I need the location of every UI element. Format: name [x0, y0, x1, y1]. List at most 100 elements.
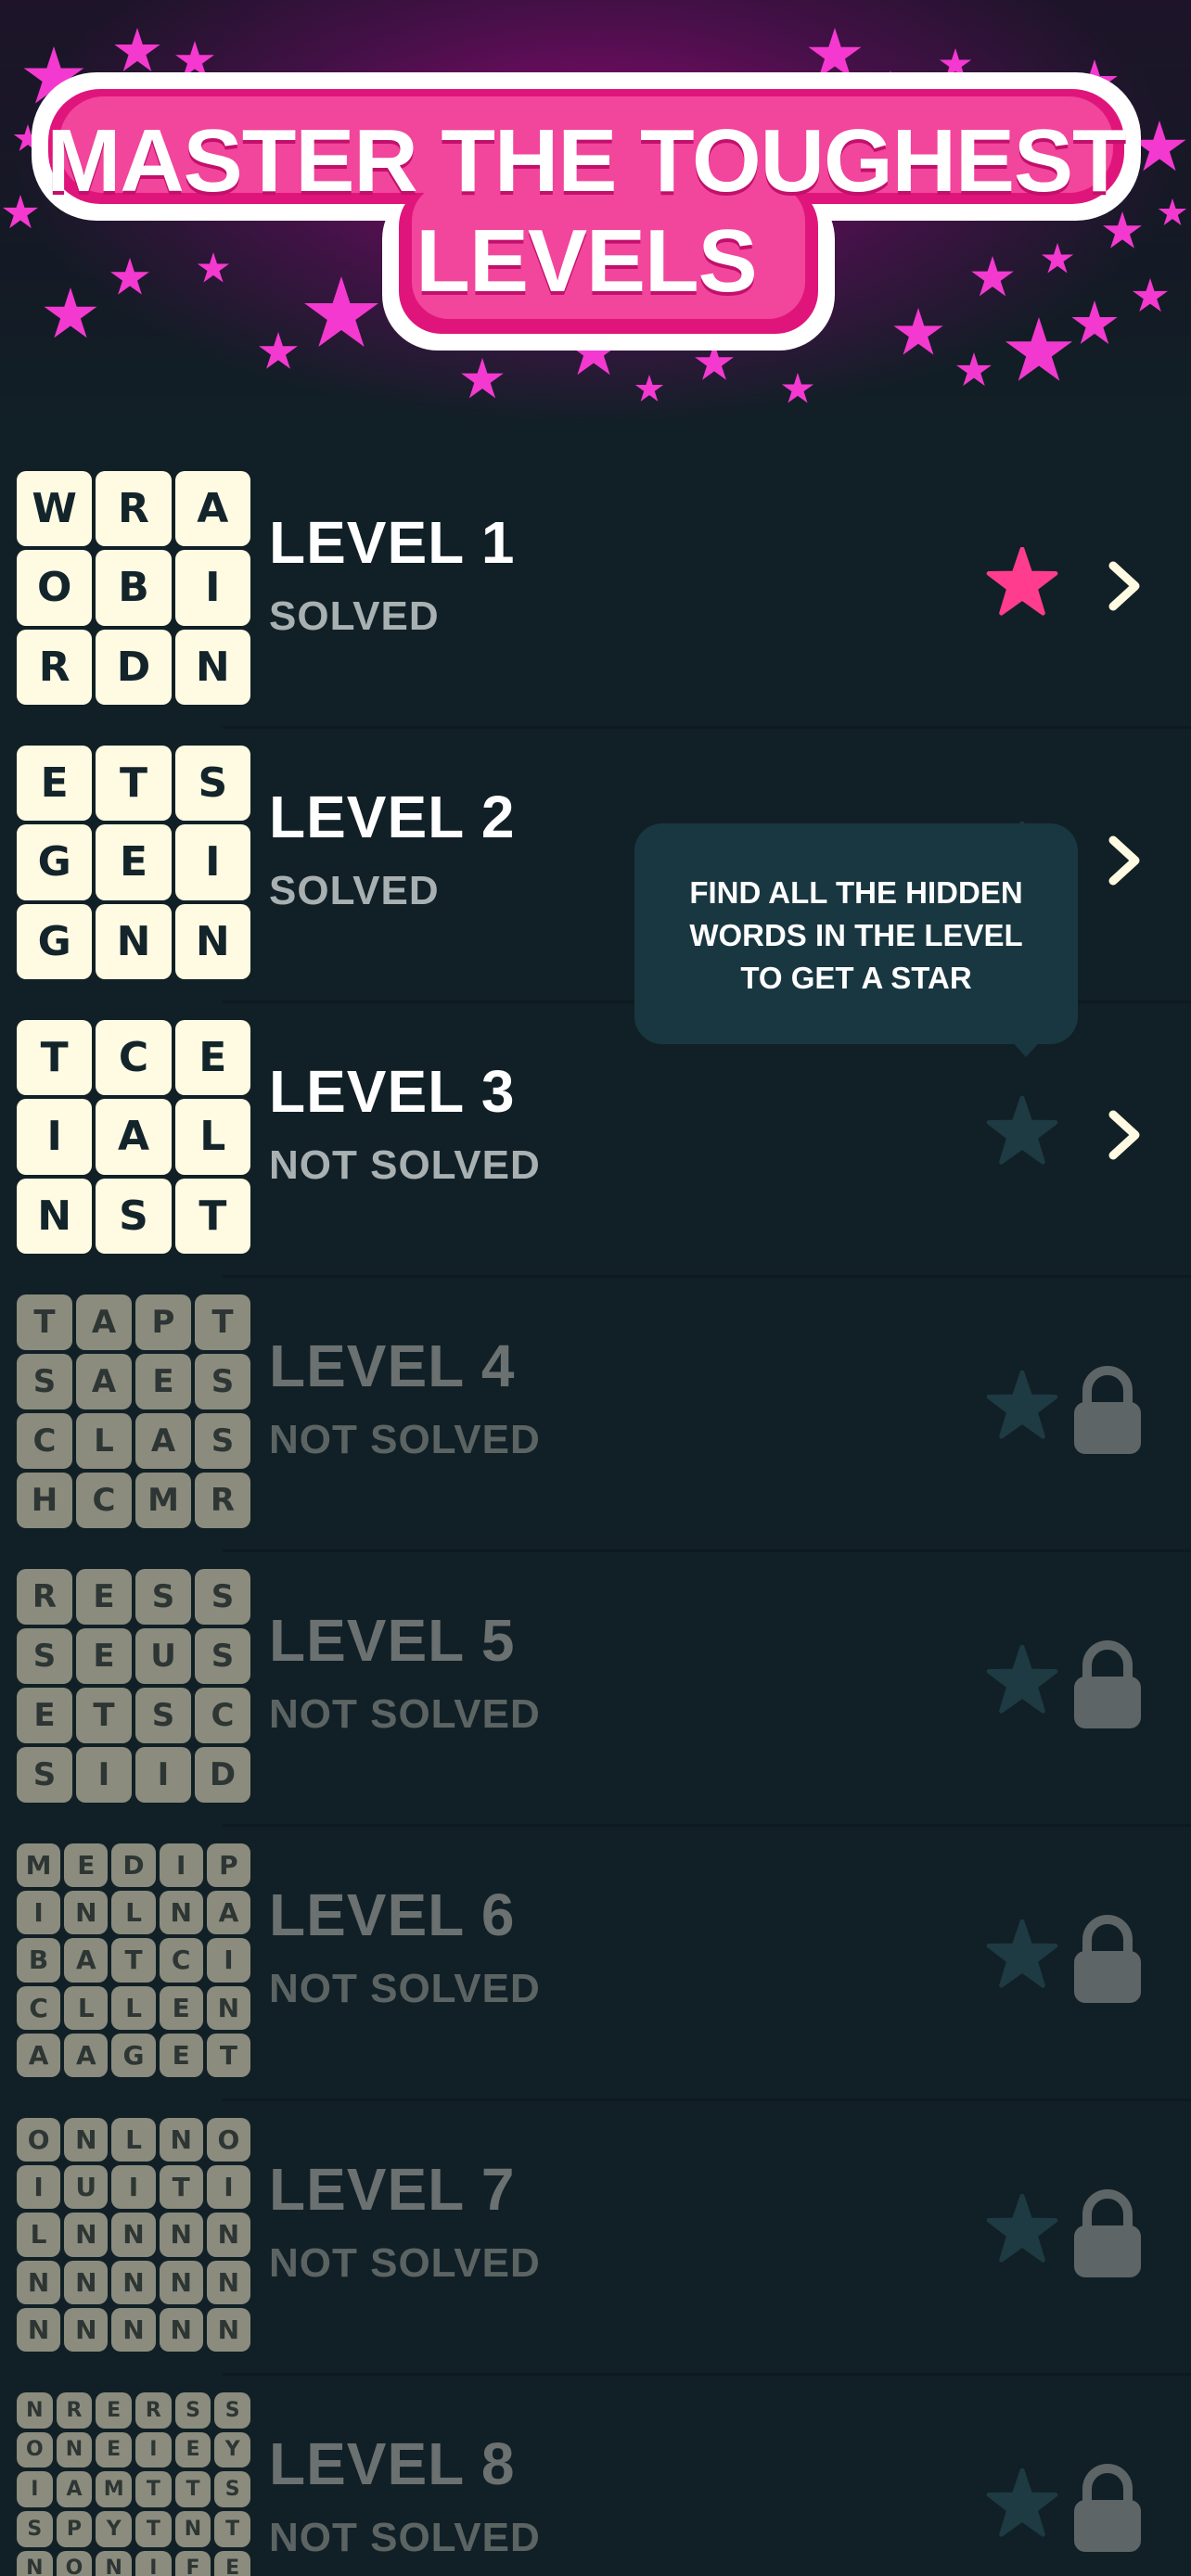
tooltip-tail — [1009, 1039, 1043, 1057]
level-status: NOT SOLVED — [269, 1966, 541, 2011]
grid-letter: N — [159, 2118, 203, 2162]
grid-letter: E — [135, 1354, 191, 1409]
lock-icon — [1074, 2464, 1141, 2552]
grid-letter: N — [64, 2307, 109, 2352]
grid-letter: N — [206, 2213, 250, 2257]
level-title: LEVEL 2 — [269, 784, 516, 850]
level-title: LEVEL 3 — [269, 1058, 516, 1125]
level-grid-preview: ETSGEIGNN — [17, 746, 250, 979]
level-grid-preview: TCEIALNST — [17, 1020, 250, 1254]
grid-letter: O — [206, 2118, 250, 2162]
grid-letter: O — [17, 550, 93, 626]
grid-letter: N — [111, 2260, 156, 2304]
grid-letter: E — [64, 1843, 109, 1888]
grid-letter: N — [111, 2307, 156, 2352]
grid-letter: N — [96, 2550, 132, 2576]
grid-letter: N — [64, 2260, 109, 2304]
grid-letter: C — [17, 1413, 72, 1469]
grid-letter: S — [135, 1688, 191, 1743]
grid-letter: U — [64, 2165, 109, 2210]
grid-letter: N — [174, 903, 250, 979]
grid-letter: A — [64, 2033, 109, 2077]
star-icon — [986, 1371, 1058, 1439]
grid-letter: N — [206, 2260, 250, 2304]
grid-letter: I — [206, 2165, 250, 2210]
level-title: LEVEL 4 — [269, 1333, 516, 1399]
grid-letter: C — [96, 1020, 172, 1096]
grid-letter: N — [206, 1985, 250, 2030]
star-icon — [986, 1096, 1058, 1165]
grid-letter: S — [214, 2392, 250, 2429]
grid-letter: T — [17, 1020, 93, 1096]
level-grid-preview: RESSSEUSETSCSIID — [17, 1569, 250, 1803]
grid-letter: E — [76, 1569, 132, 1625]
grid-letter: S — [17, 1747, 72, 1803]
level-row[interactable]: W R A O B I R D N LEVEL 1 SOLVED — [0, 454, 1191, 729]
grid-letter: L — [76, 1413, 132, 1469]
grid-letter: I — [17, 1891, 61, 1935]
grid-letter: S — [17, 1628, 72, 1684]
grid-letter: T — [174, 2471, 211, 2507]
grid-letter: R — [17, 629, 93, 705]
title-banner: MASTER THE TOUGHEST LEVELS — [32, 72, 1141, 351]
grid-letter: I — [206, 1938, 250, 1983]
grid-letter: L — [17, 2213, 61, 2257]
grid-letter: E — [96, 2431, 132, 2468]
grid-letter: E — [159, 2033, 203, 2077]
grid-letter: S — [195, 1569, 250, 1625]
grid-letter: T — [135, 2471, 172, 2507]
grid-letter: R — [195, 1473, 250, 1528]
grid-letter: I — [17, 2165, 61, 2210]
grid-letter: N — [17, 2260, 61, 2304]
grid-letter: Y — [96, 2511, 132, 2547]
grid-letter: N — [159, 2213, 203, 2257]
star-icon — [986, 2194, 1058, 2263]
grid-letter: N — [206, 2307, 250, 2352]
grid-letter: N — [64, 1891, 109, 1935]
level-title: LEVEL 5 — [269, 1607, 516, 1674]
grid-letter: W — [17, 471, 93, 547]
grid-letter: I — [159, 1843, 203, 1888]
grid-letter: E — [96, 824, 172, 900]
decor-star-icon — [781, 373, 814, 403]
grid-letter: E — [174, 2431, 211, 2468]
grid-letter: L — [111, 2118, 156, 2162]
grid-letter: M — [17, 1843, 61, 1888]
grid-letter: C — [76, 1473, 132, 1528]
chevron-right-icon[interactable] — [1104, 1109, 1146, 1161]
grid-letter: A — [135, 1413, 191, 1469]
grid-letter: E — [17, 746, 93, 822]
chevron-right-icon[interactable] — [1104, 835, 1146, 886]
level-grid-preview: TAPTSAESCLASHCMR — [17, 1294, 250, 1528]
grid-letter: S — [174, 2392, 211, 2429]
grid-letter: G — [111, 2033, 156, 2077]
page-title-line2: LEVELS — [416, 211, 757, 311]
level-title: LEVEL 1 — [269, 509, 516, 576]
header: MASTER THE TOUGHEST LEVELS — [0, 0, 1191, 436]
grid-letter: O — [17, 2118, 61, 2162]
grid-letter: M — [135, 1473, 191, 1528]
level-grid-preview: WRAOBIRDN — [17, 471, 250, 705]
grid-letter: I — [17, 2471, 53, 2507]
level-status: NOT SOLVED — [269, 1142, 541, 1188]
star-tooltip: FIND ALL THE HIDDEN WORDS IN THE LEVEL T… — [634, 823, 1078, 1044]
grid-letter: I — [174, 824, 250, 900]
grid-letter: S — [214, 2471, 250, 2507]
star-icon — [986, 2468, 1058, 2537]
grid-letter: N — [17, 2550, 53, 2576]
chevron-right-icon[interactable] — [1104, 560, 1146, 612]
level-status: SOLVED — [269, 868, 440, 913]
level-row: M E D I P I N L N A B A T C I C L L E N A A G E T LEVEL 6 NOT SOLV… — [0, 1827, 1191, 2101]
grid-letter: R — [17, 1569, 72, 1625]
grid-letter: T — [76, 1688, 132, 1743]
grid-letter: R — [96, 471, 172, 547]
grid-letter: I — [76, 1747, 132, 1803]
grid-letter: D — [195, 1747, 250, 1803]
star-icon — [986, 1645, 1058, 1714]
grid-letter: T — [195, 1294, 250, 1350]
grid-letter: L — [111, 1985, 156, 2030]
grid-letter: A — [76, 1354, 132, 1409]
grid-letter: M — [96, 2471, 132, 2507]
grid-letter: N — [56, 2431, 93, 2468]
grid-letter: I — [135, 2431, 172, 2468]
